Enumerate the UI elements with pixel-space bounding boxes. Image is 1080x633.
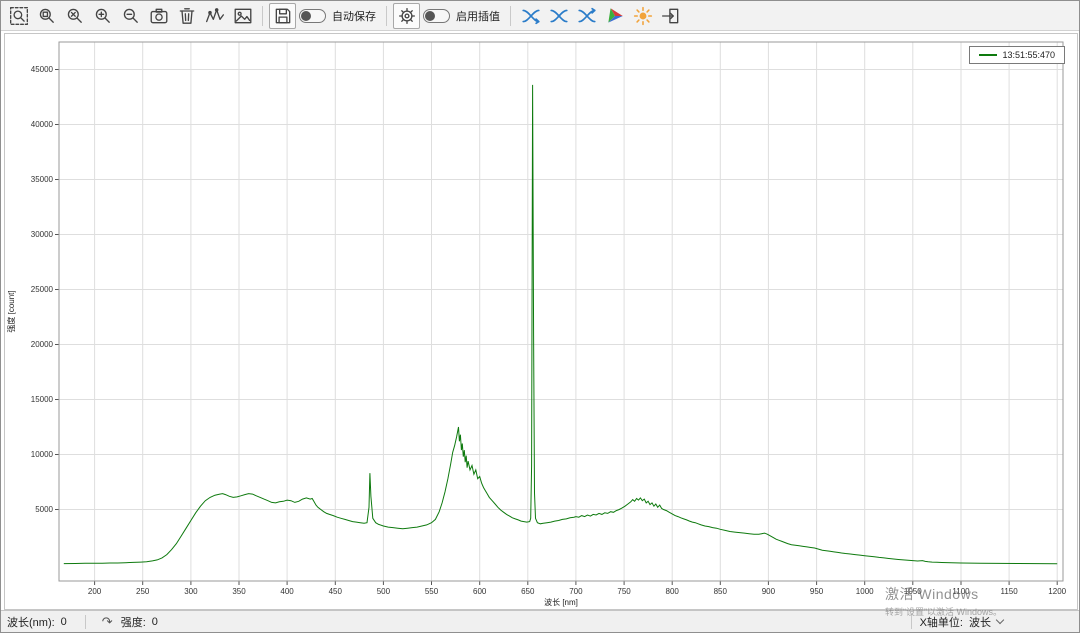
svg-text:550: 550 <box>425 587 439 596</box>
x-axis-unit-dropdown[interactable]: 波长 <box>969 614 1003 630</box>
spectrum-tool-2-button[interactable] <box>545 3 572 29</box>
interpolation-label: 启用插值 <box>456 8 500 24</box>
toolbar-separator <box>262 6 263 26</box>
svg-text:45000: 45000 <box>31 65 54 74</box>
svg-text:500: 500 <box>377 587 391 596</box>
svg-text:400: 400 <box>280 587 294 596</box>
svg-text:5000: 5000 <box>35 505 53 514</box>
spectrum-plot[interactable]: 200 250 300 350 400 450 500 550 600 650 700 750 800 8… <box>5 34 1077 609</box>
svg-text:1150: 1150 <box>1000 587 1018 596</box>
svg-text:650: 650 <box>521 587 535 596</box>
svg-text:15000: 15000 <box>31 395 54 404</box>
svg-text:350: 350 <box>232 587 246 596</box>
clear-trash-button[interactable] <box>173 3 200 29</box>
interpolation-toggle[interactable] <box>423 9 450 23</box>
legend-label: 13:51:55:470 <box>1002 50 1055 60</box>
zoom-out-icon <box>121 6 141 26</box>
svg-text:30000: 30000 <box>31 230 54 239</box>
svg-text:1100: 1100 <box>952 587 970 596</box>
svg-text:750: 750 <box>617 587 631 596</box>
peaks-icon <box>205 6 225 26</box>
zoom-region-icon <box>9 6 29 26</box>
wavelength-readout-label: 波长(nm): <box>7 614 55 630</box>
image-icon <box>233 6 253 26</box>
intensity-readout-label: 强度: <box>121 614 146 630</box>
x-axis-unit-label: X轴单位: <box>920 614 963 630</box>
svg-text:950: 950 <box>810 587 824 596</box>
crossed-curves-icon <box>577 6 597 26</box>
irradiance-button[interactable] <box>629 3 656 29</box>
svg-text:1200: 1200 <box>1048 587 1066 596</box>
chart-panel: 200 250 300 350 400 450 500 550 600 650 700 750 800 8… <box>4 33 1078 610</box>
svg-text:强度 [count]: 强度 [count] <box>6 290 16 332</box>
svg-text:850: 850 <box>714 587 728 596</box>
gear-icon <box>397 6 417 26</box>
save-button[interactable] <box>269 3 296 29</box>
statusbar-separator <box>85 615 86 629</box>
zoom-in-icon <box>93 6 113 26</box>
spectrometer-app-window: 自动保存 启用插值 <box>0 0 1080 633</box>
toolbar-separator <box>510 6 511 26</box>
autosave-label: 自动保存 <box>332 8 376 24</box>
toggle-knob <box>301 11 311 21</box>
svg-text:450: 450 <box>329 587 343 596</box>
svg-text:35000: 35000 <box>31 175 54 184</box>
save-image-button[interactable] <box>229 3 256 29</box>
svg-text:10000: 10000 <box>31 450 54 459</box>
svg-text:700: 700 <box>569 587 583 596</box>
zoom-cancel-icon <box>65 6 85 26</box>
intensity-readout-value: 0 <box>152 616 158 628</box>
crossed-curves-icon <box>549 6 569 26</box>
svg-text:20000: 20000 <box>31 340 54 349</box>
svg-text:300: 300 <box>184 587 198 596</box>
zoom-region-button[interactable] <box>5 3 32 29</box>
svg-text:40000: 40000 <box>31 120 54 129</box>
svg-text:波长 [nm]: 波长 [nm] <box>544 597 578 607</box>
x-axis-unit-value: 波长 <box>969 614 991 630</box>
legend-line-swatch <box>979 54 997 56</box>
toggle-knob <box>425 11 435 21</box>
svg-text:900: 900 <box>762 587 776 596</box>
spectrum-tool-3-button[interactable] <box>573 3 600 29</box>
zoom-fit-button[interactable] <box>33 3 60 29</box>
svg-text:25000: 25000 <box>31 285 54 294</box>
color-triangle-icon <box>605 6 625 26</box>
sun-icon <box>633 6 653 26</box>
zoom-out-button[interactable] <box>117 3 144 29</box>
toolbar: 自动保存 启用插值 <box>1 1 1079 31</box>
exit-icon <box>661 6 681 26</box>
svg-text:1000: 1000 <box>856 587 874 596</box>
svg-text:1050: 1050 <box>904 587 922 596</box>
toolbar-separator <box>386 6 387 26</box>
autosave-toggle[interactable] <box>299 9 326 23</box>
peak-search-button[interactable] <box>201 3 228 29</box>
svg-text:600: 600 <box>473 587 487 596</box>
chevron-down-icon <box>996 616 1004 624</box>
zoom-cancel-button[interactable] <box>61 3 88 29</box>
save-floppy-icon <box>273 6 293 26</box>
camera-icon <box>149 6 169 26</box>
exit-button[interactable] <box>657 3 684 29</box>
redo-arrow-icon[interactable]: ↷ <box>102 614 113 630</box>
svg-text:200: 200 <box>88 587 102 596</box>
statusbar-separator <box>911 615 912 629</box>
crossed-curves-icon <box>521 6 541 26</box>
zoom-in-button[interactable] <box>89 3 116 29</box>
wavelength-readout-value: 0 <box>61 616 67 628</box>
zoom-fit-icon <box>37 6 57 26</box>
settings-button[interactable] <box>393 3 420 29</box>
trash-icon <box>177 6 197 26</box>
svg-text:250: 250 <box>136 587 150 596</box>
status-bar: 波长(nm): 0 ↷ 强度: 0 X轴单位: 波长 <box>1 610 1079 632</box>
spectrum-tool-1-button[interactable] <box>517 3 544 29</box>
legend: 13:51:55:470 <box>969 46 1065 64</box>
color-analysis-button[interactable] <box>601 3 628 29</box>
svg-text:800: 800 <box>666 587 680 596</box>
camera-button[interactable] <box>145 3 172 29</box>
